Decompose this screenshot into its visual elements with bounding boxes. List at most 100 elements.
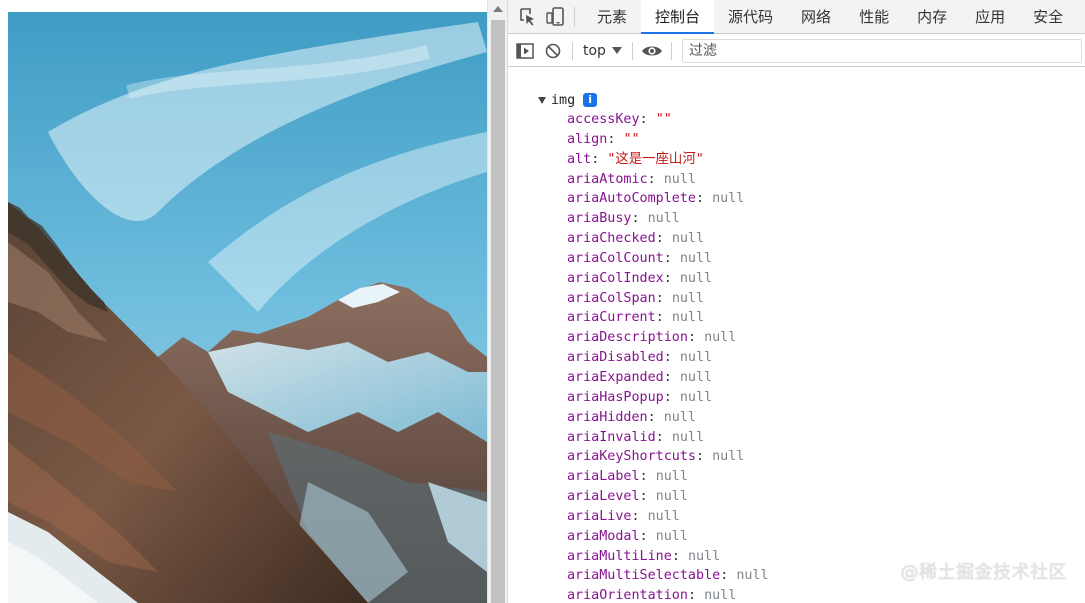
property-value: null [736, 568, 769, 584]
property-key: ariaHasPopup [567, 389, 664, 405]
clear-console-icon[interactable] [538, 35, 568, 67]
tabbar-divider [574, 7, 575, 27]
property-row[interactable]: ariaLevel: null [567, 487, 769, 507]
property-value: null [671, 290, 705, 306]
tab-network[interactable]: 网络 [787, 0, 845, 33]
property-key: ariaAtomic [567, 171, 648, 187]
object-name: img [551, 92, 576, 108]
property-row[interactable]: ariaHidden: null [567, 408, 769, 428]
property-value: null [655, 528, 688, 544]
property-row[interactable]: ariaAtomic: null [567, 170, 769, 190]
property-colon: : [696, 449, 713, 465]
property-colon: : [663, 270, 680, 286]
property-value: null [679, 389, 713, 405]
toolbar-divider-3 [670, 41, 672, 60]
property-colon: : [696, 191, 713, 207]
property-colon: : [607, 131, 624, 147]
property-row[interactable]: ariaColIndex: null [567, 269, 769, 289]
property-row[interactable]: ariaMultiSelectable: null [567, 566, 769, 586]
property-value: null [679, 350, 713, 366]
property-key: ariaColCount [567, 250, 664, 266]
expand-arrow-icon[interactable] [538, 96, 546, 104]
property-value: null [704, 588, 737, 603]
tab-sources[interactable]: 源代码 [714, 0, 787, 33]
property-key: ariaHidden [567, 409, 648, 425]
property-colon: : [655, 231, 672, 247]
tab-performance[interactable]: 性能 [845, 0, 903, 33]
property-row[interactable]: alt: "这是一座山河" [567, 150, 769, 170]
show-sidebar-icon[interactable] [508, 35, 538, 67]
property-row[interactable]: ariaMultiLine: null [567, 547, 769, 567]
property-colon: : [647, 409, 664, 425]
property-value: null [712, 449, 745, 465]
property-row[interactable]: ariaCurrent: null [567, 308, 769, 328]
property-colon: : [631, 508, 648, 524]
property-row[interactable]: ariaExpanded: null [567, 368, 769, 388]
property-colon: : [720, 568, 737, 584]
property-row[interactable]: ariaColCount: null [567, 249, 769, 269]
property-colon: : [687, 588, 705, 603]
property-colon: : [631, 211, 648, 227]
tab-elements[interactable]: 元素 [583, 0, 641, 33]
tab-memory[interactable]: 内存 [903, 0, 961, 33]
tab-console[interactable]: 控制台 [641, 0, 715, 34]
property-value: null [679, 250, 713, 266]
console-output: img i accessKey: "" align: "" alt: "这是一座山河… [508, 68, 1085, 603]
tab-security[interactable]: 安全 [1019, 0, 1077, 33]
inspect-element-icon[interactable] [508, 0, 540, 34]
property-row[interactable]: ariaLive: null [567, 507, 769, 527]
property-row[interactable]: accessKey: "" [567, 110, 769, 130]
property-key: ariaLabel [567, 469, 640, 485]
property-row[interactable]: ariaDisabled: null [567, 348, 769, 368]
property-key: ariaModal [567, 528, 640, 544]
live-expression-eye-icon[interactable] [637, 35, 667, 67]
property-colon: : [655, 290, 672, 306]
property-row[interactable]: ariaLabel: null [567, 467, 769, 487]
property-row[interactable]: ariaInvalid: null [567, 428, 769, 448]
property-key: align [567, 131, 608, 147]
property-key: ariaExpanded [567, 369, 664, 385]
property-colon: : [639, 112, 656, 127]
device-toolbar-icon[interactable] [540, 0, 572, 34]
property-colon: : [655, 310, 672, 326]
property-value: null [704, 330, 737, 346]
property-row[interactable]: ariaHasPopup: null [567, 388, 769, 408]
property-colon: : [671, 548, 688, 564]
property-row[interactable]: ariaAutoComplete: null [567, 189, 769, 209]
property-row[interactable]: ariaDescription: null [567, 328, 769, 348]
property-row[interactable]: ariaBusy: null [567, 209, 769, 229]
info-icon[interactable]: i [583, 93, 598, 107]
object-header[interactable]: img i [538, 91, 598, 109]
property-value: "这是一座山河" [607, 151, 704, 167]
property-colon: : [591, 151, 608, 167]
property-value: null [647, 211, 680, 227]
property-row[interactable]: align: "" [567, 130, 769, 150]
property-value: null [663, 409, 696, 425]
property-value: null [671, 310, 705, 326]
mountain-picture [8, 12, 487, 603]
property-row[interactable]: ariaChecked: null [567, 229, 769, 249]
tab-application[interactable]: 应用 [961, 0, 1019, 33]
property-value: null [671, 429, 705, 445]
property-colon: : [687, 330, 705, 346]
property-value: null [671, 231, 705, 247]
devtools-panel: 元素 控制台 源代码 网络 性能 内存 应用 安全 top 过滤 img i a… [508, 0, 1085, 603]
property-colon: : [663, 350, 680, 366]
property-row[interactable]: ariaOrientation: null [567, 586, 769, 603]
property-colon: : [663, 250, 680, 266]
filter-input[interactable] [681, 38, 1082, 63]
page-scrollbar[interactable] [487, 0, 508, 603]
property-row[interactable]: ariaColSpan: null [567, 289, 769, 309]
property-value: "" [655, 112, 672, 127]
property-colon: : [663, 389, 680, 405]
mountain-image[interactable] [8, 12, 487, 603]
property-row[interactable]: ariaKeyShortcuts: null [567, 447, 769, 467]
property-key: ariaLevel [567, 489, 640, 505]
property-row[interactable]: ariaModal: null [567, 527, 769, 547]
toolbar-divider-2 [631, 41, 633, 60]
scrollbar-thumb[interactable] [491, 20, 505, 603]
scroll-up-arrow-icon[interactable] [493, 6, 503, 12]
property-key: ariaLive [567, 508, 632, 524]
context-selector[interactable]: top [577, 35, 628, 67]
property-value: null [679, 270, 713, 286]
